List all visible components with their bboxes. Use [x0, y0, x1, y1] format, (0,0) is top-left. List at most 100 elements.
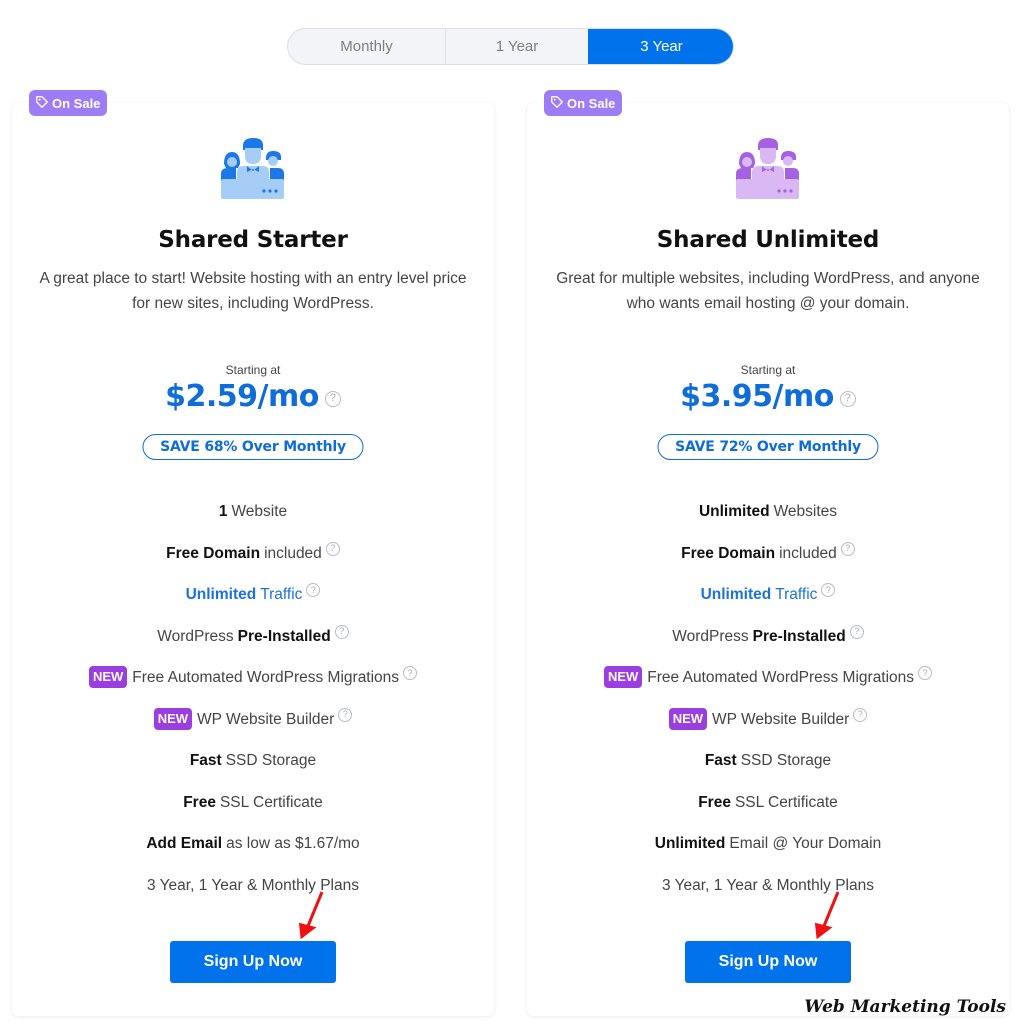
feature-text: as low as $1.67/mo [226, 835, 360, 852]
feature-text: included [779, 544, 837, 562]
feature-item: WordPress Pre-Installed? [527, 624, 1009, 670]
feature-text: Traffic [260, 586, 303, 603]
feature-item: Unlimited Websites [527, 503, 1009, 545]
feature-text: Free Automated WordPress Migrations [132, 669, 400, 686]
feature-item: NEW Free Automated WordPress Migrations? [12, 666, 494, 711]
feature-item: Unlimited Traffic? [12, 583, 494, 628]
feature-bold-text: Free Domain [681, 544, 776, 562]
savings-badge: SAVE 72% Over Monthly [657, 434, 879, 460]
help-icon[interactable]: ? [918, 666, 933, 680]
new-badge: NEW [88, 666, 128, 688]
on-sale-label: On Sale [567, 95, 616, 111]
feature-text: Traffic [775, 586, 818, 603]
on-sale-badge: On Sale [29, 90, 108, 116]
plan-title: Shared Starter [158, 227, 348, 253]
help-icon[interactable]: ? [849, 624, 864, 639]
feature-text: WordPress [157, 627, 234, 645]
savings-badge: SAVE 68% Over Monthly [142, 434, 364, 460]
plan-title: Shared Unlimited [656, 227, 880, 253]
red-arrow-annotation [298, 891, 324, 940]
on-sale-badge: On Sale [544, 90, 623, 116]
feature-text: Websites [773, 503, 838, 520]
price-tag-icon [550, 95, 564, 112]
feature-bold-text: Add Email [146, 835, 223, 852]
feature-item: Add Email as low as $1.67/mo [12, 835, 494, 877]
feature-bold-text: Free [698, 793, 731, 811]
feature-item: Fast SSD Storage [527, 752, 1009, 794]
feature-text: WP Website Builder [197, 710, 335, 728]
plan-description: Great for multiple websites, including W… [556, 270, 980, 312]
sign-up-button[interactable]: Sign Up Now [170, 941, 336, 983]
watermark: Web Marketing Tools [804, 997, 1006, 1017]
new-badge: NEW [668, 707, 708, 730]
feature-text: SSD Storage [740, 752, 832, 769]
help-icon[interactable]: ? [306, 583, 321, 597]
feature-item: Free SSL Certificate [527, 794, 1009, 836]
feature-list: 1 Website Free Domain included? Unlimited Tra… [12, 503, 494, 918]
feature-text: Website [231, 503, 288, 520]
feature-list: Unlimited Websites Free Domain included? Unl… [527, 503, 1009, 918]
feature-item: 3 Year, 1 Year & Monthly Plans [527, 877, 1009, 919]
feature-text: 3 Year, 1 Year & Monthly Plans [662, 876, 874, 894]
feature-bold-text: Pre-Installed [237, 627, 331, 645]
feature-bold-text: Unlimited [654, 835, 726, 852]
toggle-option-1-year[interactable]: 1 Year [446, 29, 588, 64]
plan-description: A great place to start! Website hosting … [39, 270, 467, 312]
feature-item: Free Domain included? [12, 541, 494, 587]
help-icon[interactable]: ? [853, 707, 868, 722]
feature-bold-text: Pre-Installed [752, 627, 846, 645]
billing-period-toggle: Monthly 1 Year 3 Year [287, 28, 734, 65]
feature-bold-text: Fast [704, 752, 737, 769]
price-tag-icon [35, 95, 49, 112]
feature-item: 3 Year, 1 Year & Monthly Plans [12, 877, 494, 919]
plan-card-2: On Sale Shared Unlimited Great for multi… [527, 90, 1009, 1016]
feature-item: Unlimited Traffic? [527, 583, 1009, 628]
feature-bold-text: Fast [189, 752, 222, 769]
new-badge: NEW [603, 666, 643, 688]
feature-text: WordPress [672, 627, 749, 645]
feature-bold-text: Free Domain [166, 544, 261, 562]
feature-item: Unlimited Email @ Your Domain [527, 835, 1009, 877]
feature-item: WordPress Pre-Installed? [12, 624, 494, 670]
help-icon[interactable]: ? [821, 583, 836, 597]
help-icon[interactable]: ? [334, 624, 349, 639]
feature-item: NEW WP Website Builder? [527, 707, 1009, 753]
feature-bold-text: Unlimited [185, 586, 257, 603]
team-users-icon [220, 138, 286, 200]
plan-card-1: On Sale Shared Starter A great place to … [12, 90, 494, 1016]
price-row: $3.95/mo ? [527, 379, 1009, 414]
team-users-icon [735, 138, 801, 200]
feature-item: Free Domain included? [527, 541, 1009, 587]
help-icon[interactable]: ? [840, 541, 855, 556]
feature-item: Fast SSD Storage [12, 752, 494, 794]
feature-text: SSD Storage [225, 752, 317, 769]
toggle-option-monthly[interactable]: Monthly [288, 29, 446, 64]
feature-text: SSL Certificate [734, 793, 838, 811]
feature-bold-text: Unlimited [700, 586, 772, 603]
price-row: $2.59/mo ? [12, 379, 494, 414]
starting-at-label: Starting at [225, 363, 281, 377]
help-icon[interactable]: ? [338, 707, 353, 722]
feature-bold-text: Free [183, 793, 216, 811]
help-icon[interactable]: ? [839, 390, 856, 407]
red-arrow-annotation [814, 891, 840, 940]
feature-text: Email @ Your Domain [729, 835, 882, 852]
feature-item: NEW WP Website Builder? [12, 707, 494, 753]
feature-item: 1 Website [12, 503, 494, 545]
help-icon[interactable]: ? [324, 390, 341, 407]
help-icon[interactable]: ? [403, 666, 418, 680]
feature-text: WP Website Builder [712, 710, 850, 728]
help-icon[interactable]: ? [325, 541, 340, 556]
sign-up-button[interactable]: Sign Up Now [685, 941, 851, 983]
feature-item: Free SSL Certificate [12, 794, 494, 836]
starting-at-label: Starting at [740, 363, 796, 377]
feature-text: SSL Certificate [219, 793, 323, 811]
feature-text: included [264, 544, 322, 562]
feature-text: Free Automated WordPress Migrations [647, 669, 915, 686]
feature-text: 3 Year, 1 Year & Monthly Plans [147, 876, 359, 894]
plan-price: $2.59/mo [165, 379, 319, 414]
feature-bold-text: Unlimited [698, 503, 770, 520]
plan-price: $3.95/mo [680, 379, 834, 414]
toggle-option-3-year[interactable]: 3 Year [588, 29, 733, 64]
on-sale-label: On Sale [52, 95, 101, 111]
